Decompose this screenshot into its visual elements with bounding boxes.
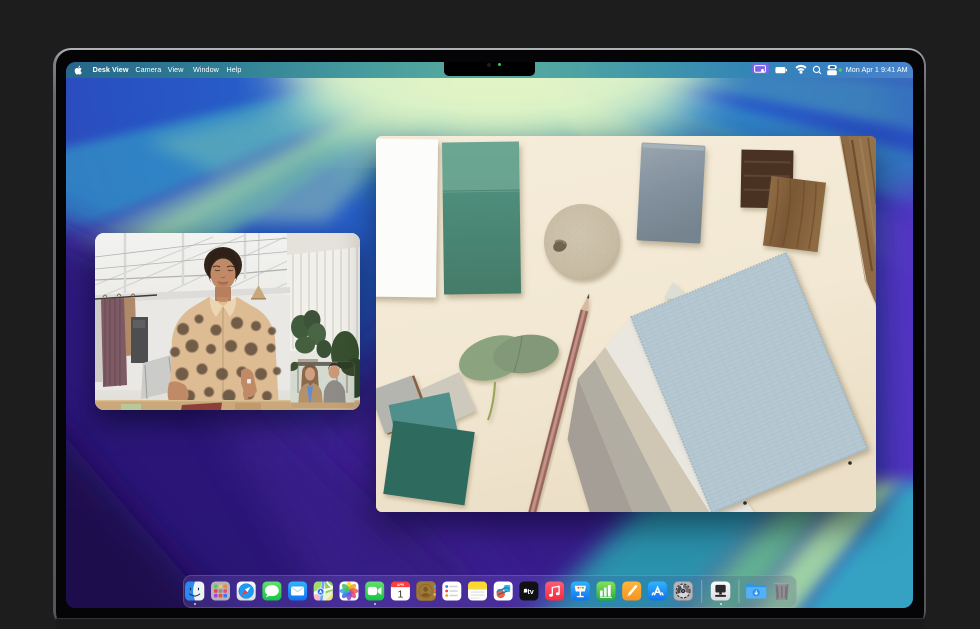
svg-text:APR: APR bbox=[397, 582, 404, 586]
svg-text:tv: tv bbox=[527, 587, 533, 596]
svg-text:1: 1 bbox=[397, 588, 403, 600]
